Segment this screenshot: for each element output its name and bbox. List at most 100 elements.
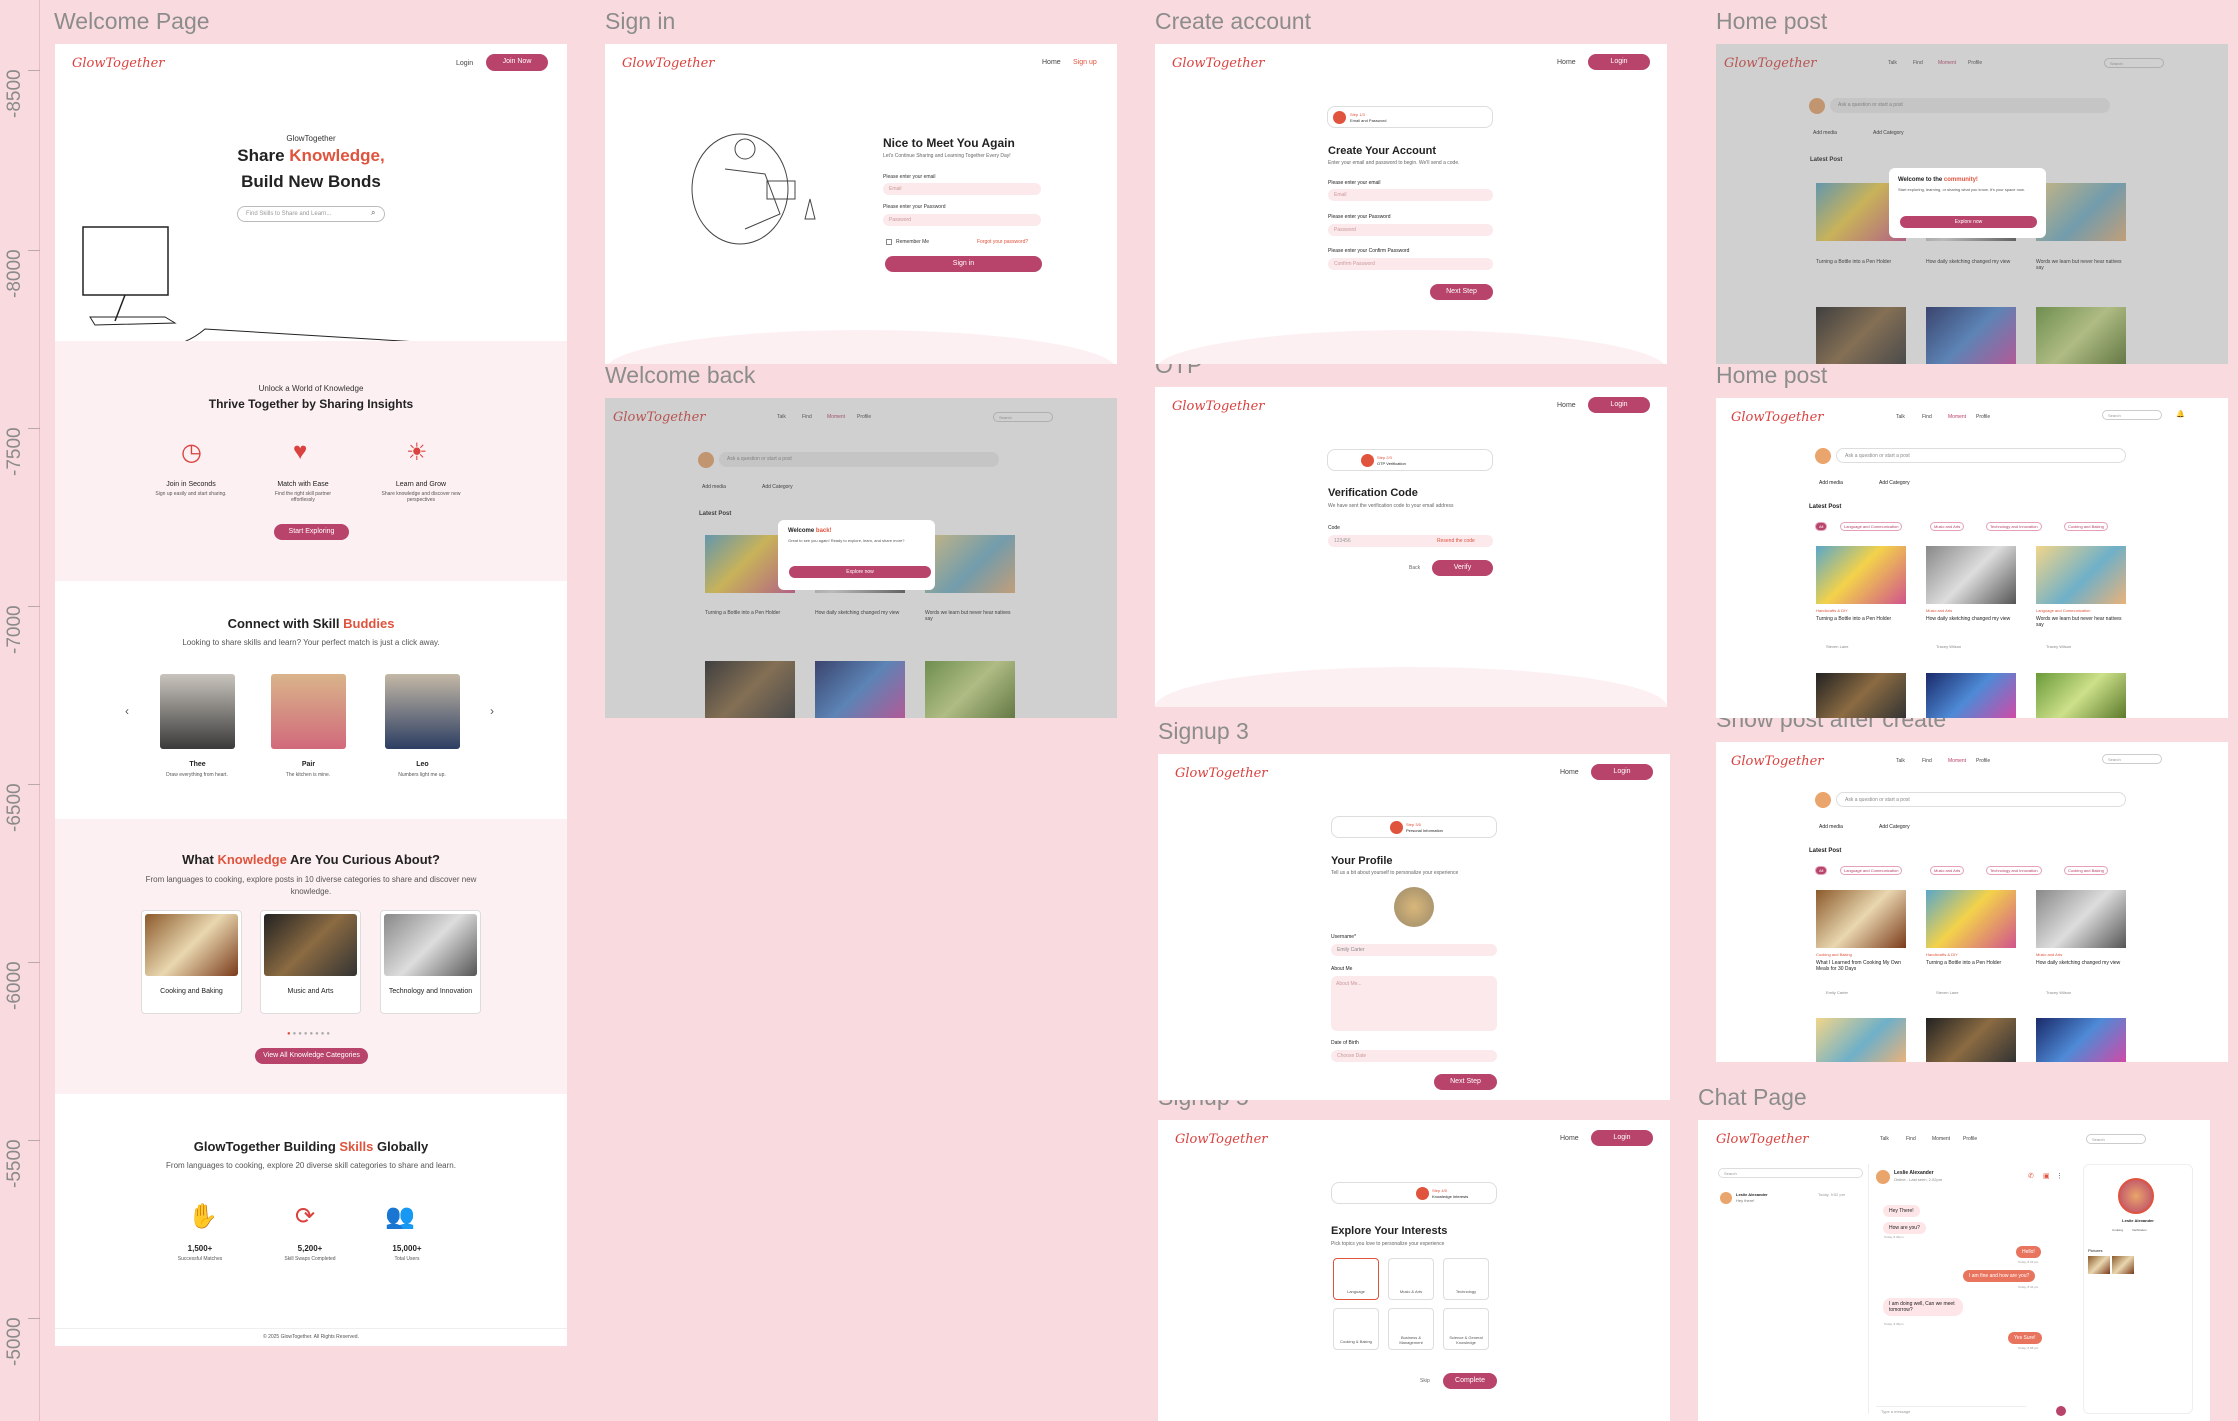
verify-button[interactable]: Verify (1432, 560, 1493, 576)
signup-link[interactable]: Sign up (1073, 59, 1097, 66)
post-image[interactable] (1816, 890, 1906, 948)
category-card[interactable] (260, 910, 361, 1014)
category-card[interactable] (380, 910, 481, 1014)
home-link[interactable]: Home (1557, 402, 1576, 409)
nav-moment[interactable]: Moment (1948, 758, 1966, 764)
profile-avatar[interactable] (1394, 887, 1434, 927)
login-button[interactable]: Login (1588, 54, 1650, 70)
home-link[interactable]: Home (1557, 59, 1576, 66)
post-composer-input[interactable]: Ask a question or start a post (1836, 448, 2126, 463)
nav-find[interactable]: Find (1906, 1136, 1916, 1142)
contact-avatar[interactable] (2118, 1178, 2154, 1214)
post-title[interactable]: How daily sketching changed my view (1926, 616, 2016, 622)
signin-button[interactable]: Sign in (885, 256, 1042, 272)
logo[interactable]: GlowTogether (1731, 410, 1824, 425)
forgot-password-link[interactable]: Forgot your password? (977, 239, 1028, 245)
password-field[interactable]: Password (1328, 224, 1493, 236)
resend-code-link[interactable]: Resend the code (1437, 538, 1475, 544)
join-now-button[interactable]: Join Now (486, 54, 548, 71)
interest-card[interactable]: Technology (1443, 1258, 1489, 1300)
post-title[interactable]: Turning a Bottle into a Pen Holder (1926, 960, 2016, 966)
home-link[interactable]: Home (1560, 769, 1579, 776)
bell-icon[interactable]: 🔔 (2176, 410, 2185, 418)
back-button[interactable]: Back (1409, 565, 1420, 571)
category-chip[interactable]: Cooking and Baking (2064, 522, 2108, 531)
prev-arrow-icon[interactable]: ‹ (125, 704, 129, 718)
nav-profile[interactable]: Profile (1963, 1136, 1977, 1142)
about-textarea[interactable]: About Me... (1331, 976, 1497, 1031)
category-chip[interactable]: Language and Communication (1840, 866, 1903, 875)
logo[interactable]: GlowTogether (1175, 1132, 1268, 1147)
password-field[interactable]: Password (883, 214, 1041, 226)
post-image[interactable] (2036, 890, 2126, 948)
add-media-button[interactable]: Add media (1819, 824, 1843, 830)
remember-checkbox[interactable] (886, 239, 892, 245)
conversation-name[interactable]: Leslie Alexander (1736, 1192, 1768, 1197)
email-field[interactable]: Email (1328, 189, 1493, 201)
message-input[interactable]: Type a message (1876, 1406, 2026, 1416)
chat-search-input[interactable]: Search (1718, 1168, 1863, 1178)
nav-find[interactable]: Find (1922, 758, 1932, 764)
nav-talk[interactable]: Talk (1896, 414, 1905, 420)
logo[interactable]: GlowTogether (622, 56, 715, 71)
category-chip-all[interactable]: All (1815, 866, 1828, 875)
home-link[interactable]: Home (1560, 1135, 1579, 1142)
logo[interactable]: GlowTogether (1175, 766, 1268, 781)
avatar[interactable] (271, 674, 346, 749)
shared-picture[interactable] (2088, 1256, 2110, 1274)
post-composer-input[interactable]: Ask a question or start a post (1836, 792, 2126, 807)
avatar[interactable] (160, 674, 235, 749)
category-chip-all[interactable]: All (1815, 522, 1828, 531)
post-title[interactable]: How daily sketching changed my view (2036, 960, 2126, 966)
avatar[interactable] (1815, 792, 1831, 808)
search-input[interactable]: Search (2102, 410, 2162, 420)
post-image[interactable] (2036, 546, 2126, 604)
interest-card[interactable]: Cooking & Baking (1333, 1308, 1379, 1350)
send-icon[interactable] (2056, 1406, 2066, 1416)
avatar[interactable] (385, 674, 460, 749)
next-step-button[interactable]: Next Step (1434, 1074, 1497, 1090)
next-step-button[interactable]: Next Step (1430, 284, 1493, 300)
post-image[interactable] (1816, 546, 1906, 604)
search-input[interactable]: Search (2102, 754, 2162, 764)
shared-picture[interactable] (2112, 1256, 2134, 1274)
post-image[interactable] (1926, 546, 2016, 604)
nav-profile[interactable]: Profile (1976, 758, 1990, 764)
nav-talk[interactable]: Talk (1880, 1136, 1889, 1142)
post-title[interactable]: Turning a Bottle into a Pen Holder (1816, 616, 1906, 622)
category-chip[interactable]: Language and Communication (1840, 522, 1903, 531)
post-image[interactable] (2036, 673, 2126, 718)
home-link[interactable]: Home (1042, 59, 1061, 66)
search-input[interactable]: Search (2086, 1134, 2146, 1144)
confirm-password-field[interactable]: Confirm Password (1328, 258, 1493, 270)
email-field[interactable]: Email (883, 183, 1041, 195)
nav-find[interactable]: Find (1922, 414, 1932, 420)
interest-card[interactable]: Language (1333, 1258, 1379, 1300)
username-field[interactable]: Emily Carter (1331, 944, 1497, 956)
logo[interactable]: GlowTogether (1716, 1132, 1809, 1147)
post-image[interactable] (1816, 673, 1906, 718)
category-chip[interactable]: Technology and Innovation (1986, 866, 2042, 875)
start-exploring-button[interactable]: Start Exploring (274, 524, 349, 540)
add-category-dropdown[interactable]: Add Category (1879, 480, 1910, 486)
login-button[interactable]: Login (1588, 397, 1650, 413)
video-icon[interactable]: ▣ (2043, 1172, 2050, 1180)
logo[interactable]: GlowTogether (1172, 56, 1265, 71)
post-image[interactable] (1926, 890, 2016, 948)
complete-button[interactable]: Complete (1443, 1373, 1497, 1389)
post-image[interactable] (1926, 1018, 2016, 1062)
interest-card[interactable]: Music & Arts (1388, 1258, 1434, 1300)
post-title[interactable]: Words we learn but never hear natives sa… (2036, 616, 2126, 628)
post-image[interactable] (1816, 1018, 1906, 1062)
post-title[interactable]: What I Learned from Cooking My Own Meals… (1816, 960, 1906, 972)
avatar[interactable] (1876, 1170, 1890, 1184)
logo[interactable]: GlowTogether (1172, 399, 1265, 414)
add-media-button[interactable]: Add media (1819, 480, 1843, 486)
category-chip[interactable]: Cooking and Baking (2064, 866, 2108, 875)
category-chip[interactable]: Music and Arts (1930, 866, 1965, 875)
post-image[interactable] (2036, 1018, 2126, 1062)
category-chip[interactable]: Technology and Innovation (1986, 522, 2042, 531)
login-button[interactable]: Login (1591, 764, 1653, 780)
nav-talk[interactable]: Talk (1896, 758, 1905, 764)
nav-profile[interactable]: Profile (1976, 414, 1990, 420)
